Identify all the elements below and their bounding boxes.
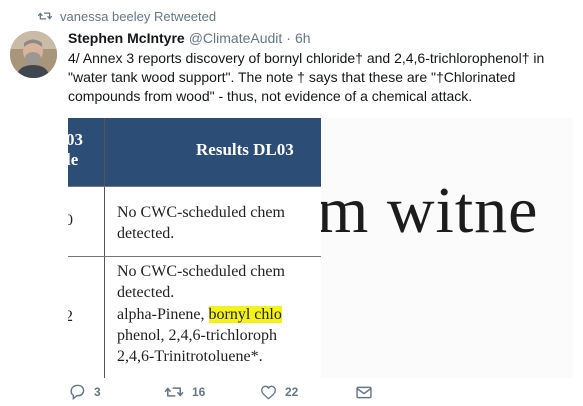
tweet-timestamp[interactable]: 6h	[295, 30, 311, 46]
tweet-actions: 3 16 22	[68, 382, 452, 402]
retweet-icon	[38, 10, 52, 22]
tweet-text: 4/ Annex 3 reports discovery of bornyl c…	[68, 50, 545, 104]
retweet-count: 16	[192, 385, 206, 399]
like-count: 22	[285, 385, 299, 399]
table-divider-vertical	[104, 118, 105, 378]
row2-number: 2	[68, 308, 73, 325]
table-header-left: 03 le	[68, 130, 96, 170]
row1-line1: No CWC-scheduled chem	[117, 204, 285, 221]
retweet-icon	[164, 385, 184, 399]
tweet-media[interactable]: 03 le Results DL03 0 No CWC-scheduled ch…	[68, 118, 573, 378]
row2-line2: detected.	[117, 284, 175, 301]
envelope-icon	[356, 386, 372, 399]
author-name[interactable]: Stephen McIntyre	[68, 30, 185, 46]
retweet-button[interactable]: 16	[164, 385, 260, 399]
like-button[interactable]: 22	[260, 385, 356, 400]
header-left-bottom: le	[68, 150, 79, 169]
author-handle[interactable]: @ClimateAudit	[189, 30, 283, 46]
reply-icon	[68, 384, 86, 400]
row1-number: 0	[68, 212, 73, 229]
direct-message-button[interactable]	[356, 386, 452, 399]
row2-line3a: alpha-Pinene,	[117, 306, 209, 323]
table-header: 03 le Results DL03	[68, 118, 321, 186]
media-image-zoom[interactable]: m witne	[321, 118, 573, 378]
media-image-table[interactable]: 03 le Results DL03 0 No CWC-scheduled ch…	[68, 118, 321, 378]
row2-line1: No CWC-scheduled chem	[117, 263, 285, 280]
row1-line2: detected.	[117, 225, 175, 242]
header-left-top: 03	[68, 130, 83, 149]
row2-line5: 2,4,6-Trinitrotoluene*.	[117, 348, 263, 365]
row2-line3: alpha-Pinene, bornyl chlo	[117, 304, 282, 325]
tweet-header: Stephen McIntyre @ClimateAudit · 6h	[68, 30, 311, 48]
table-header-results: Results DL03	[196, 140, 294, 159]
zoomed-text: m witne	[321, 174, 539, 247]
heart-icon	[260, 385, 277, 400]
row2-line4: phenol, 2,4,6-trichloroph	[117, 327, 277, 344]
avatar[interactable]	[10, 31, 57, 78]
retweeted-by-text: vanessa beeley Retweeted	[60, 8, 217, 24]
reply-count: 3	[94, 385, 101, 399]
retweeted-by-line[interactable]: vanessa beeley Retweeted	[38, 8, 216, 24]
table-divider	[68, 256, 321, 257]
highlighted-text: bornyl chlo	[208, 306, 282, 323]
table-divider	[68, 186, 321, 187]
reply-button[interactable]: 3	[68, 384, 164, 400]
separator-dot: ·	[286, 30, 291, 46]
